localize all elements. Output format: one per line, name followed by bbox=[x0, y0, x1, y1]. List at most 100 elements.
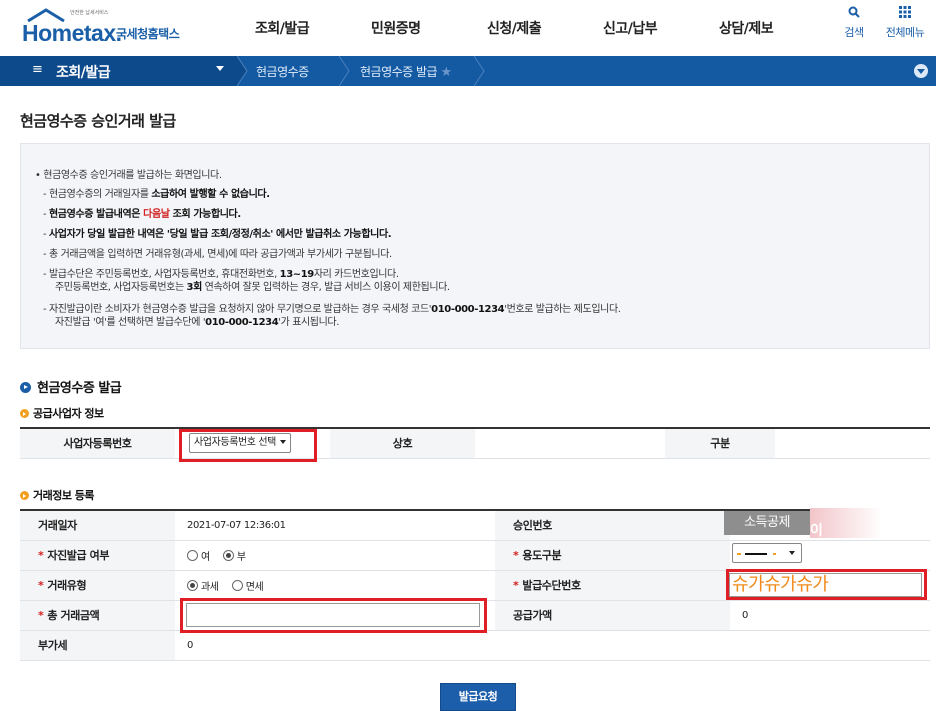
notice-text: '번호로 발급하는 제도입니다. bbox=[504, 304, 621, 315]
hometax-logo[interactable]: 안전한 납세서비스 Hometax. 국세청홈택스 bbox=[22, 8, 197, 50]
all-menu-button[interactable]: 전체메뉴 bbox=[880, 6, 930, 40]
supplier-subtitle-text: 공급사업자 정보 bbox=[33, 407, 104, 420]
vat-label: 부가세 bbox=[20, 630, 175, 661]
notice-bold: 3회 bbox=[186, 282, 203, 293]
circle-arrow-icon bbox=[20, 409, 29, 418]
search-label: 검색 bbox=[844, 26, 864, 39]
notice-line: 자진발급 '여'를 선택하면 발급수단에 '010-000-1234'가 표시됩… bbox=[55, 313, 339, 328]
chevron-circle-down-icon[interactable] bbox=[914, 64, 928, 78]
required-icon: * bbox=[38, 609, 44, 622]
menu-consult[interactable]: 상담/제보 bbox=[719, 18, 774, 38]
trade-subtitle-text: 거래정보 등록 bbox=[33, 489, 95, 502]
redacted-mark bbox=[745, 553, 767, 555]
total-amount-label-text: 총 거래금액 bbox=[47, 609, 100, 622]
notice-line: - 사업자가 당일 발급한 내역은 '당일 발급 조회/정정/취소' 에서만 발… bbox=[43, 225, 392, 240]
trade-subtitle: 거래정보 등록 bbox=[20, 487, 95, 503]
bullet: - bbox=[43, 269, 47, 280]
issue-means-label-text: 발급수단번호 bbox=[522, 579, 581, 592]
breadcrumb-cash-receipt-issue[interactable]: 현금영수증 발급 ★ bbox=[360, 63, 452, 80]
all-menu-label: 전체메뉴 bbox=[885, 26, 925, 39]
company-name-label: 상호 bbox=[330, 428, 475, 459]
notice-text: 주민등록번호, 사업자등록번호는 bbox=[55, 282, 187, 293]
notice-bold: 현금영수증 발급내역은 bbox=[49, 209, 144, 220]
category-selector[interactable]: ≡ 조회/발급 bbox=[0, 56, 237, 86]
deduct-overlay: 이 bbox=[810, 508, 930, 539]
notice-line: - 현금영수증의 거래일자를 소급하여 발행할 수 없습니다. bbox=[43, 185, 270, 200]
supply-value: 0 bbox=[730, 600, 930, 631]
required-icon: * bbox=[38, 579, 44, 592]
taxable-radio[interactable] bbox=[187, 579, 198, 591]
tax-exempt-radio[interactable] bbox=[231, 579, 243, 591]
notice-text: 자진발급 '여'를 선택하면 발급수단에 ' bbox=[55, 317, 206, 328]
redacted-mark bbox=[773, 553, 776, 555]
bullet: - bbox=[43, 249, 47, 260]
notice-text: 연속하여 잘못 입력하는 경우, 발급 서비스 이용이 제한됩니다. bbox=[201, 282, 450, 293]
menu-report-pay[interactable]: 신고/납부 bbox=[603, 18, 658, 38]
menu-apply-submit[interactable]: 신청/제출 bbox=[487, 18, 542, 38]
bullet: - bbox=[43, 189, 47, 200]
notice-red: 다음날 bbox=[143, 209, 170, 220]
income-deduction-button[interactable]: 소득공제 bbox=[724, 511, 810, 535]
search-icon bbox=[842, 6, 866, 24]
type-value bbox=[775, 428, 930, 459]
trade-date-value: 2021-07-07 12:36:01 bbox=[175, 510, 495, 541]
notice-text: 총 거래금액을 입력하면 거래유형(과세, 면세)에 따라 공급가액과 부가세가… bbox=[49, 249, 392, 260]
menu-inquiry-issue[interactable]: 조회/발급 bbox=[255, 18, 310, 38]
category-title: 조회/발급 bbox=[56, 65, 111, 81]
notice-text: '가 표시됩니다. bbox=[278, 317, 339, 328]
supplier-table: 사업자등록번호 사업자등록번호 선택 상호 구분 bbox=[20, 427, 930, 459]
star-icon[interactable]: ★ bbox=[440, 65, 452, 80]
approval-number-label: 승인번호 bbox=[495, 510, 730, 541]
chevron-down-icon bbox=[216, 66, 224, 71]
breadcrumb-cash-receipt[interactable]: 현금영수증 bbox=[256, 63, 309, 80]
bullet: - bbox=[43, 304, 47, 315]
notice-text: 현금영수증의 거래일자를 bbox=[49, 189, 152, 200]
breadcrumb-separator-icon bbox=[339, 56, 350, 86]
self-issue-no-radio[interactable] bbox=[222, 549, 234, 561]
bizno-label: 사업자등록번호 bbox=[20, 428, 175, 459]
usage-select[interactable] bbox=[732, 543, 802, 563]
notice-line: • 현금영수증 승인거래를 발급하는 화면입니다. bbox=[35, 166, 222, 181]
site-header: 안전한 납세서비스 Hometax. 국세청홈택스 조회/발급 민원증명 신청/… bbox=[0, 0, 936, 56]
section-title: 현금영수증 발급 bbox=[20, 377, 122, 396]
vat-value: 0 bbox=[175, 630, 930, 661]
redacted-mark bbox=[737, 553, 741, 555]
notice-bold: 조회 가능합니다. bbox=[169, 209, 241, 220]
circle-arrow-icon bbox=[20, 491, 29, 500]
section-title-text: 현금영수증 발급 bbox=[37, 381, 122, 396]
notice-line: - 총 거래금액을 입력하면 거래유형(과세, 면세)에 따라 공급가액과 부가… bbox=[43, 245, 392, 260]
bullet: - bbox=[43, 209, 47, 220]
highlight-box bbox=[726, 569, 927, 600]
supplier-subtitle: 공급사업자 정보 bbox=[20, 405, 104, 421]
grid-icon bbox=[880, 6, 930, 24]
type-label: 구분 bbox=[665, 428, 775, 459]
self-issue-label-text: 자진발급 여부 bbox=[47, 549, 110, 562]
menu-certificates[interactable]: 민원증명 bbox=[371, 18, 421, 38]
bullet: • bbox=[35, 170, 41, 181]
notice-box: • 현금영수증 승인거래를 발급하는 화면입니다. - 현금영수증의 거래일자를… bbox=[20, 143, 930, 349]
supply-value-label: 공급가액 bbox=[495, 600, 730, 631]
required-icon: * bbox=[38, 549, 44, 562]
breadcrumb-separator-icon bbox=[474, 56, 485, 86]
self-issue-yes-radio[interactable] bbox=[187, 549, 198, 561]
trade-type-options: 과세 면세 bbox=[175, 570, 495, 601]
notice-bold: 소급하여 발행할 수 없습니다. bbox=[151, 189, 270, 200]
logo-tagline: 안전한 납세서비스 bbox=[70, 10, 109, 16]
highlight-box bbox=[180, 598, 487, 633]
total-amount-label: * 총 거래금액 bbox=[20, 600, 175, 631]
logo-subtitle: 국세청홈택스 bbox=[116, 27, 180, 41]
notice-bold: 사업자가 당일 발급한 내역은 '당일 발급 조회/정정/취소' 에서만 발급취… bbox=[49, 229, 392, 240]
notice-line: 주민등록번호, 사업자등록번호는 3회 연속하여 잘못 입력하는 경우, 발급 … bbox=[55, 278, 450, 293]
search-button[interactable]: 검색 bbox=[842, 6, 866, 40]
chevron-down-icon bbox=[789, 551, 795, 555]
trade-date-label: 거래일자 bbox=[20, 510, 175, 541]
circle-arrow-icon bbox=[20, 382, 31, 393]
issue-means-label: * 발급수단번호 bbox=[495, 570, 730, 601]
company-name-value bbox=[475, 428, 665, 459]
breadcrumb-label: 현금영수증 발급 bbox=[360, 65, 438, 79]
issue-request-button[interactable]: 발급요청 bbox=[440, 683, 516, 711]
self-issue-no-label: 부 bbox=[236, 551, 246, 563]
highlight-box bbox=[179, 429, 317, 462]
tax-exempt-label: 면세 bbox=[245, 581, 264, 593]
notice-bold: 010-000-1234 bbox=[431, 304, 505, 315]
